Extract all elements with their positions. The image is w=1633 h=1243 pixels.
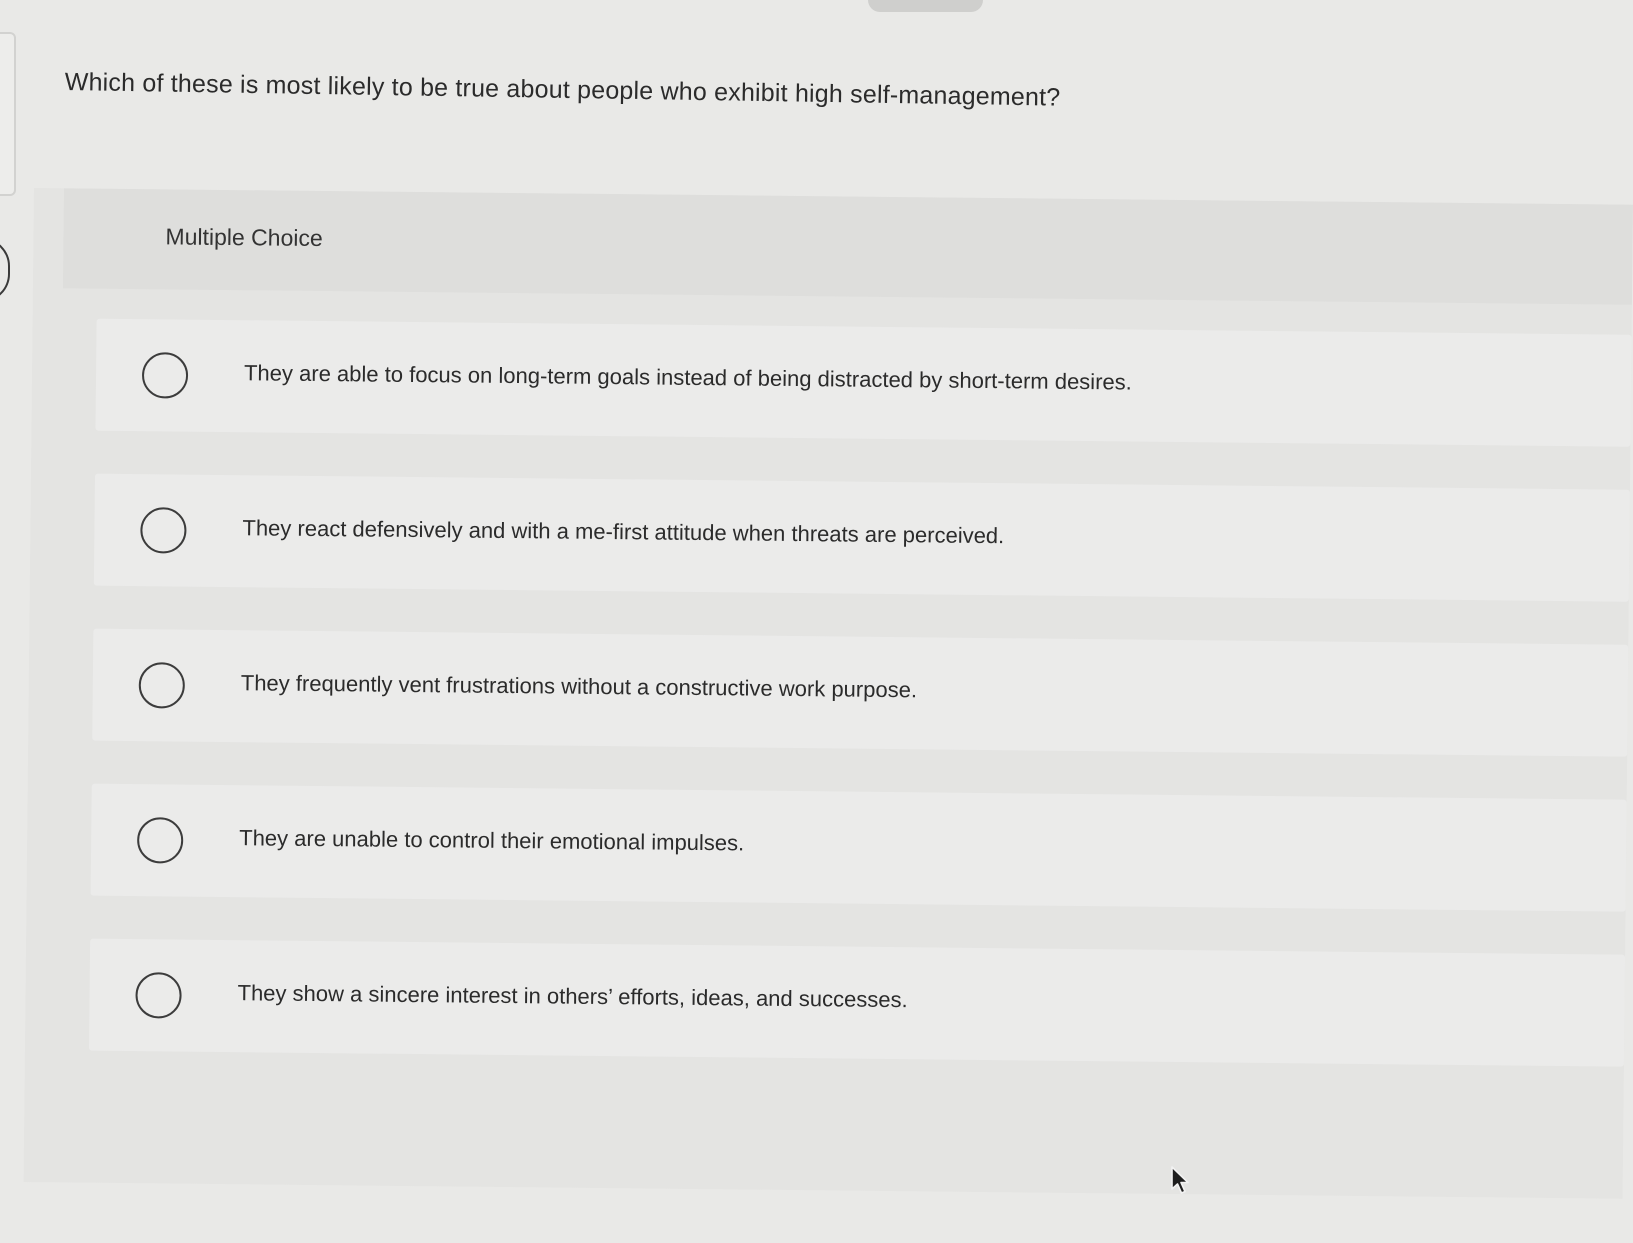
answer-option-3[interactable]: They frequently vent frustrations withou… [92, 628, 1629, 757]
answer-option-1[interactable]: They are able to focus on long-term goal… [95, 318, 1632, 447]
answer-option-2[interactable]: They react defensively and with a me-fir… [93, 473, 1630, 602]
left-edge-panel [0, 32, 16, 196]
answer-option-4[interactable]: They are unable to control their emotion… [90, 783, 1627, 912]
answer-option-label: They react defensively and with a me-fir… [242, 515, 1005, 549]
radio-unchecked-icon[interactable] [141, 352, 189, 399]
radio-unchecked-icon[interactable] [138, 662, 186, 709]
multiple-choice-header: Multiple Choice [62, 188, 1633, 305]
multiple-choice-label: Multiple Choice [165, 223, 323, 252]
answer-option-label: They are unable to control their emotion… [239, 825, 745, 856]
answer-option-label: They show a sincere interest in others’ … [237, 980, 908, 1013]
answer-option-label: They are able to focus on long-term goal… [243, 360, 1132, 395]
multiple-choice-panel: Multiple Choice They are able to focus o… [23, 188, 1633, 1199]
radio-unchecked-icon[interactable] [140, 507, 187, 554]
radio-unchecked-icon[interactable] [136, 817, 184, 864]
answer-option-label: They frequently vent frustrations withou… [240, 670, 918, 703]
answer-option-5[interactable]: They show a sincere interest in others’ … [88, 938, 1626, 1067]
top-tab [868, 0, 983, 12]
question-text: Which of these is most likely to be true… [64, 68, 1061, 112]
left-edge-control [0, 238, 10, 302]
radio-unchecked-icon[interactable] [135, 972, 182, 1019]
